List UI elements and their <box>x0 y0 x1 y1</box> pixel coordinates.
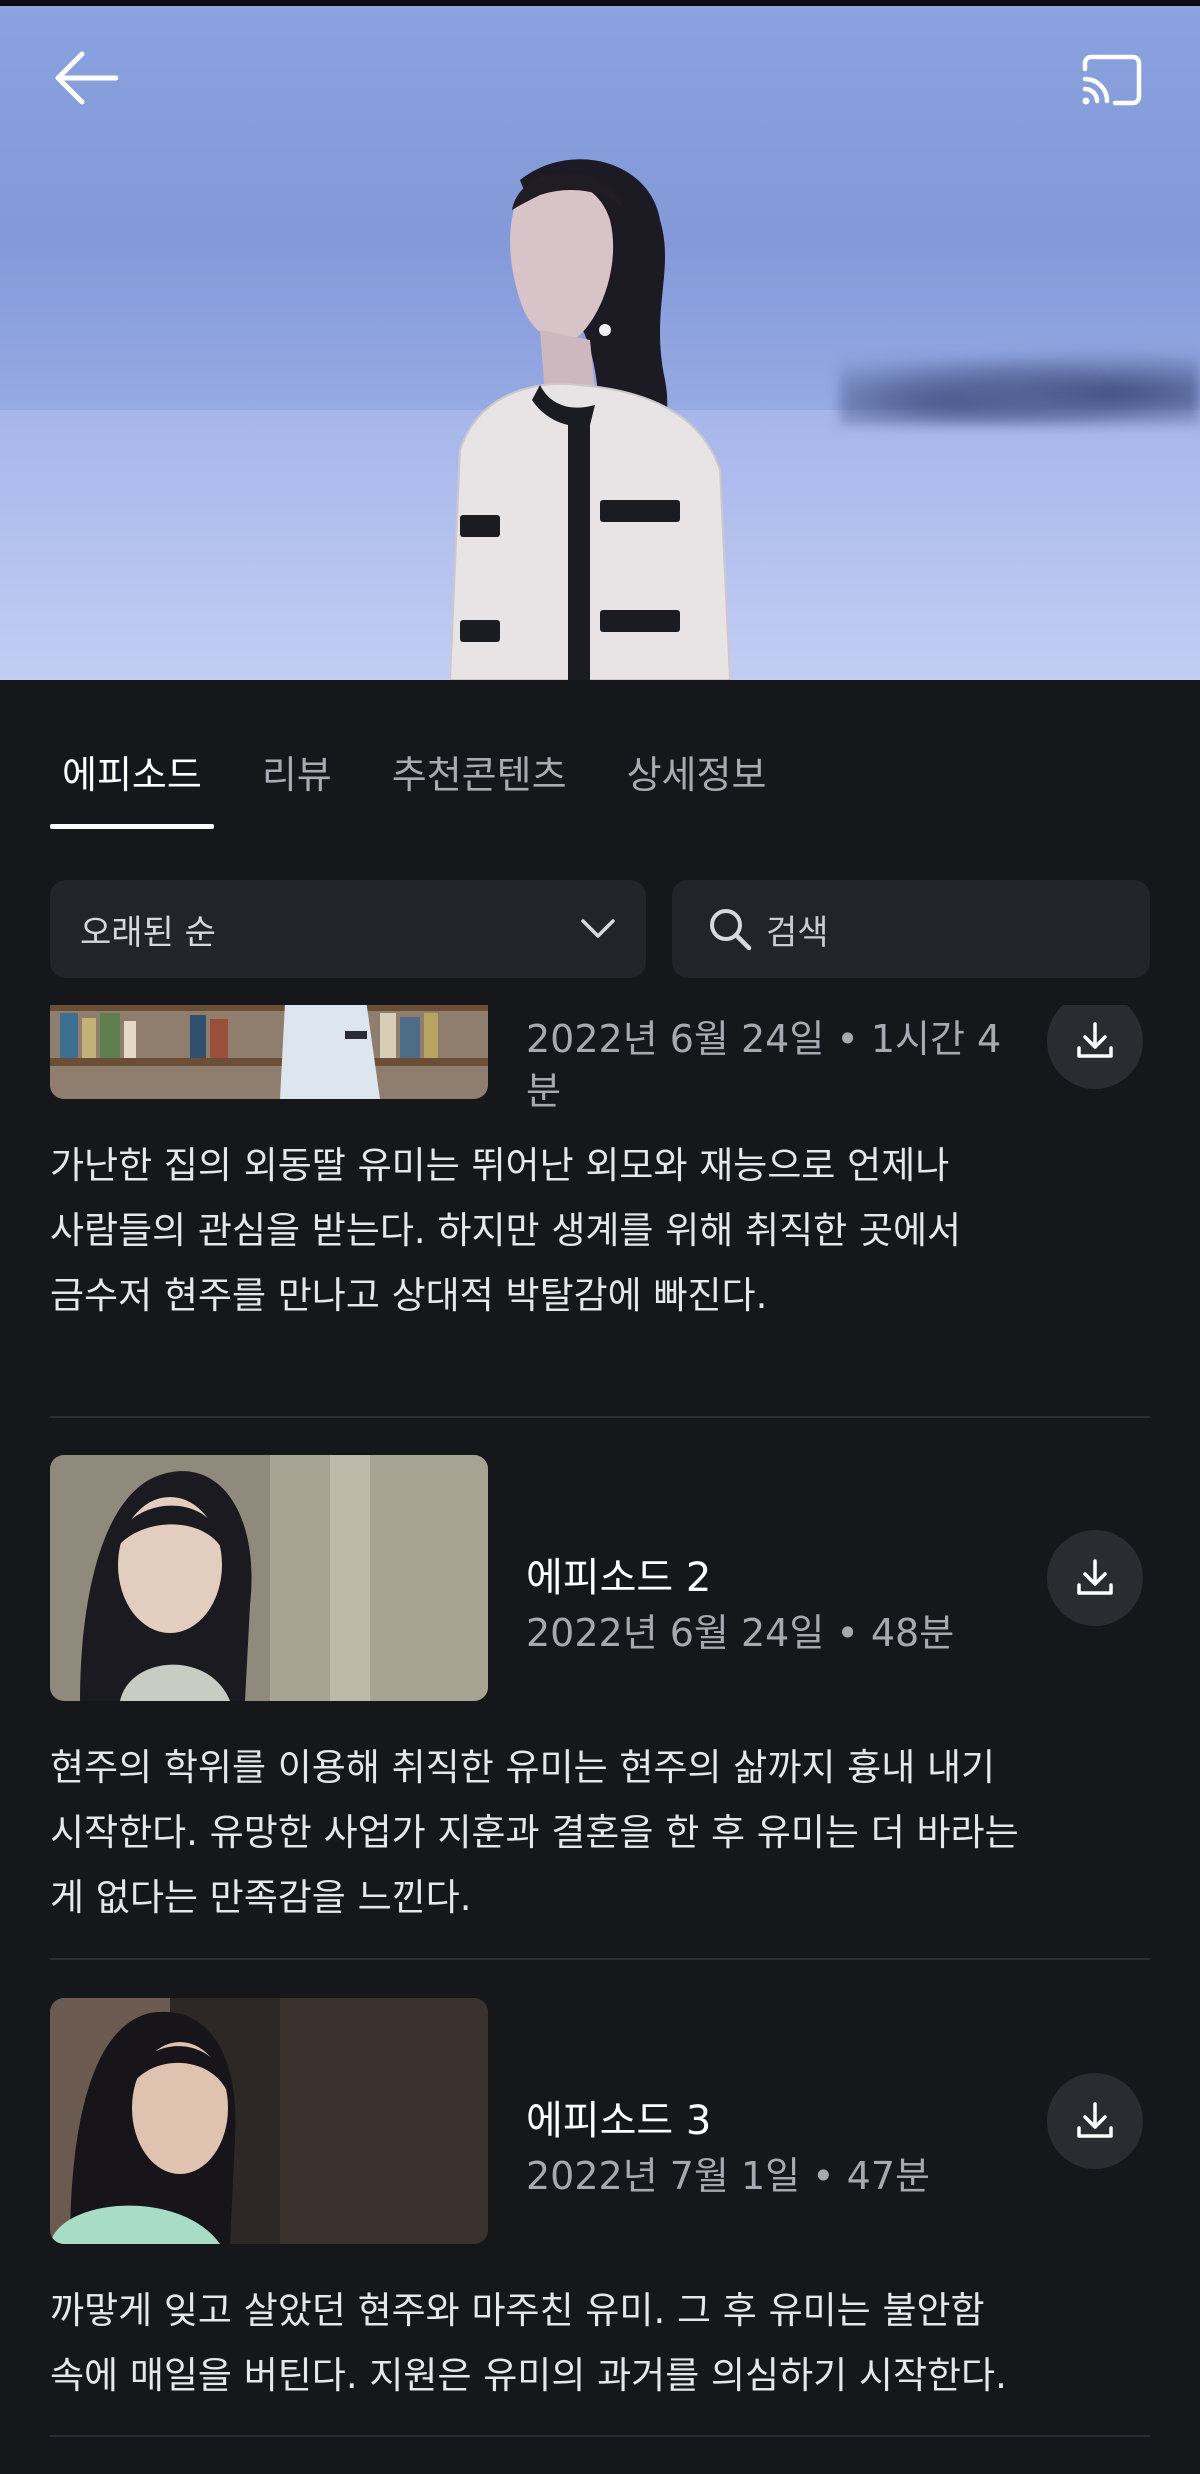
sort-dropdown-label: 오래된 순 <box>80 912 216 953</box>
download-icon <box>1077 1559 1113 1595</box>
episode-description-2: 현주의 학위를 이용해 취직한 유미는 현주의 삶까지 흉내 내기 시작한다. … <box>50 1746 1019 1919</box>
download-icon <box>1077 2102 1113 2138</box>
episode-thumbnail-image-3 <box>50 1998 488 2244</box>
distant-trees <box>840 345 1200 425</box>
episode-thumbnail-1[interactable] <box>50 1005 488 1099</box>
episode-meta-2: 2022년 6월 24일 • 48분 <box>526 1611 955 1655</box>
search-input[interactable]: 검색 <box>672 880 1150 978</box>
episode-description-1: 가난한 집의 외동딸 유미는 뛰어난 외모와 재능으로 언제나 사람들의 관심을… <box>50 1144 962 1317</box>
episode-thumbnail-3[interactable] <box>50 1998 488 2244</box>
tab-reviews[interactable]: 리뷰 <box>250 745 344 829</box>
woman-figure <box>448 159 732 680</box>
tab-episodes[interactable]: 에피소드 <box>50 745 214 829</box>
episode-item-1[interactable]: 2022년 6월 24일 • 1시간 4분 가난한 집의 외동딸 유미는 뛰어난… <box>50 1005 1150 1373</box>
sort-dropdown[interactable]: 오래된 순 <box>50 880 646 978</box>
search-icon <box>710 909 752 951</box>
chevron-down-icon <box>581 919 615 938</box>
tab-recommended[interactable]: 추천콘텐츠 <box>380 745 579 829</box>
episode-divider <box>50 1958 1150 1960</box>
episode-item-2[interactable]: 에피소드 2 2022년 6월 24일 • 48분 현주의 학위를 이용해 취직… <box>50 1455 1150 1955</box>
search-placeholder: 검색 <box>766 912 829 953</box>
episode-thumbnail-2[interactable] <box>50 1455 488 1701</box>
tab-bar: 에피소드 리뷰 추천콘텐츠 상세정보 <box>50 745 814 829</box>
episode-divider <box>50 2435 1150 2437</box>
episode-list-screen: 에피소드 리뷰 추천콘텐츠 상세정보 오래된 순 검색 2022년 6월 24일… <box>0 0 1200 2474</box>
arrow-left-icon <box>55 51 118 105</box>
episode-title-3: 에피소드 3 <box>526 2098 712 2144</box>
episode-title-2: 에피소드 2 <box>526 1555 712 1601</box>
episode-meta-1: 2022년 6월 24일 • 1시간 4분 <box>526 1017 1002 1113</box>
download-button-2[interactable] <box>1047 1530 1143 1626</box>
download-button-3[interactable] <box>1047 2073 1143 2169</box>
cast-icon <box>1082 54 1142 106</box>
status-bar-strip <box>0 0 1200 6</box>
episode-description-3: 까맣게 잊고 살았던 현주와 마주친 유미. 그 후 유미는 불안함 속에 매일… <box>50 2289 1007 2397</box>
episode-divider <box>50 1416 1150 1418</box>
download-icon <box>1077 1022 1113 1058</box>
episode-meta-3: 2022년 7월 1일 • 47분 <box>526 2154 930 2198</box>
back-button[interactable] <box>45 38 125 118</box>
download-button-1[interactable] <box>1047 1005 1143 1089</box>
episode-list[interactable]: 2022년 6월 24일 • 1시간 4분 가난한 집의 외동딸 유미는 뛰어난… <box>0 1005 1200 2474</box>
tab-details[interactable]: 상세정보 <box>615 745 779 829</box>
episode-thumbnail-image-1 <box>50 1005 488 1099</box>
episode-thumbnail-image-2 <box>50 1455 488 1701</box>
hero-image <box>0 0 1200 680</box>
cast-button[interactable] <box>1072 40 1152 120</box>
episode-item-3[interactable]: 에피소드 3 2022년 7월 1일 • 47분 까맣게 잊고 살았던 현주와 … <box>50 1998 1150 2458</box>
